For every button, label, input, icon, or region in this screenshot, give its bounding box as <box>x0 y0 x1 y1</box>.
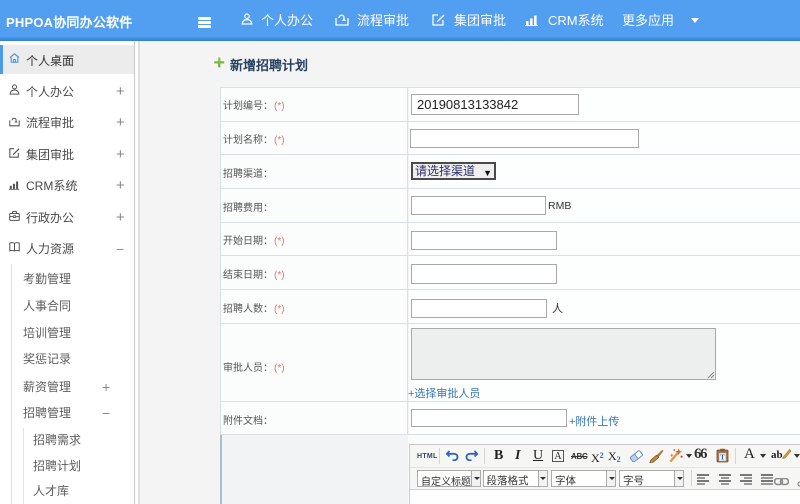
svg-text:T: T <box>720 454 725 462</box>
